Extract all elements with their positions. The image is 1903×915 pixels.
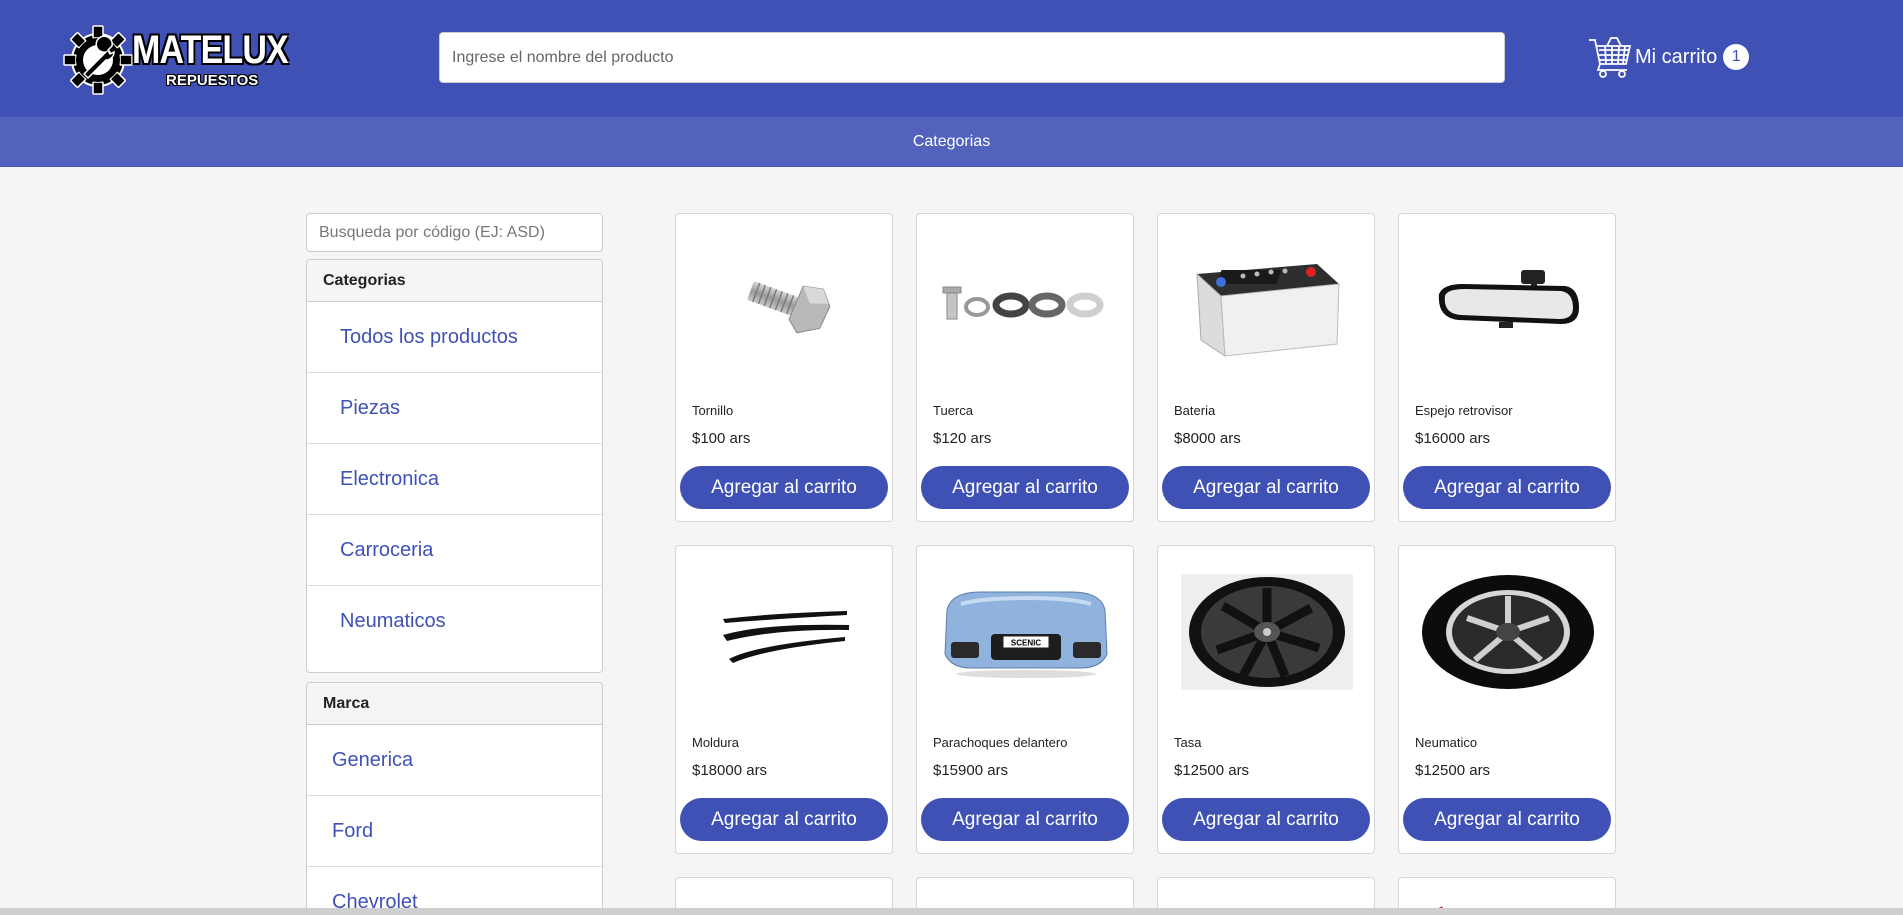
product-name: Tuerca <box>933 403 973 418</box>
product-price: $120 ars <box>933 430 992 447</box>
add-to-cart-button[interactable]: Agregar al carrito <box>921 466 1129 509</box>
product-image[interactable] <box>1174 562 1360 702</box>
product-name: Tornillo <box>692 403 734 418</box>
product-price: $12500 ars <box>1174 762 1250 779</box>
cart-label: Mi carrito <box>1635 45 1718 68</box>
categories-panel-title: Categorias <box>307 260 602 302</box>
add-to-cart-button[interactable]: Agregar al carrito <box>921 798 1129 841</box>
site-logo[interactable]: MATELUX REPUESTOS <box>62 22 289 95</box>
add-to-cart-button[interactable]: Agregar al carrito <box>1403 798 1611 841</box>
category-item-electronica[interactable]: Electronica <box>307 444 602 515</box>
product-image[interactable]: SCENIC <box>933 562 1119 702</box>
product-image[interactable] <box>692 562 878 702</box>
category-item-all[interactable]: Todos los productos <box>307 302 602 373</box>
logo-subtitle: REPUESTOS <box>166 72 259 89</box>
product-image[interactable] <box>1174 234 1360 374</box>
product-card: Neumatico $12500 ars Agregar al carrito <box>1398 545 1616 854</box>
shopping-cart-icon <box>1589 37 1632 78</box>
product-price: $8000 ars <box>1174 430 1241 447</box>
product-image[interactable] <box>1415 234 1601 374</box>
logo-title: MATELUX <box>132 28 289 72</box>
brand-panel: Marca Generica Ford Chevrolet <box>306 682 603 915</box>
product-price: $16000 ars <box>1415 430 1491 447</box>
product-name: Tasa <box>1174 735 1202 750</box>
product-price: $15900 ars <box>933 762 1009 779</box>
product-card: SCENIC Parachoques delantero $15900 ars … <box>916 545 1134 854</box>
product-image[interactable] <box>1415 562 1601 702</box>
rim-icon <box>1181 574 1353 690</box>
category-nav-bar: Categorias <box>0 117 1903 167</box>
horizontal-scrollbar[interactable] <box>0 908 1903 915</box>
mirror-icon <box>1438 270 1579 328</box>
product-price: $12500 ars <box>1415 762 1491 779</box>
washers-icon <box>942 286 1104 320</box>
add-to-cart-button[interactable]: Agregar al carrito <box>1162 466 1370 509</box>
battery-icon <box>1196 264 1340 357</box>
category-item-carroceria[interactable]: Carroceria <box>307 515 602 586</box>
product-image[interactable] <box>933 234 1119 374</box>
brand-panel-title: Marca <box>307 683 602 725</box>
gear-wrench-icon <box>63 25 133 95</box>
bumper-icon: SCENIC <box>944 591 1108 678</box>
brand-item-ford[interactable]: Ford <box>307 796 602 867</box>
product-card: Bateria $8000 ars Agregar al carrito <box>1157 213 1375 522</box>
cart-button[interactable]: Mi carrito 1 <box>1587 33 1750 81</box>
product-card: Tuerca $120 ars Agregar al carrito <box>916 213 1134 522</box>
site-header: MATELUX REPUESTOS Mi carrito 1 <box>0 0 1903 117</box>
add-to-cart-button[interactable]: Agregar al carrito <box>1403 466 1611 509</box>
product-name: Espejo retrovisor <box>1415 403 1513 418</box>
product-search-input[interactable] <box>439 32 1505 83</box>
product-card: Espejo retrovisor $16000 ars Agregar al … <box>1398 213 1616 522</box>
category-item-piezas[interactable]: Piezas <box>307 373 602 444</box>
product-name: Neumatico <box>1415 735 1478 750</box>
add-to-cart-button[interactable]: Agregar al carrito <box>680 798 888 841</box>
product-card: Moldura $18000 ars Agregar al carrito <box>675 545 893 854</box>
product-card: Tasa $12500 ars Agregar al carrito <box>1157 545 1375 854</box>
category-item-neumaticos[interactable]: Neumaticos <box>307 586 602 657</box>
code-search-input[interactable] <box>306 213 603 252</box>
add-to-cart-button[interactable]: Agregar al carrito <box>680 466 888 509</box>
product-name: Moldura <box>692 735 739 750</box>
cart-count-badge: 1 <box>1723 44 1750 70</box>
brand-item-generica[interactable]: Generica <box>307 725 602 796</box>
bolt-icon <box>747 281 831 334</box>
product-card: Tornillo $100 ars Agregar al carrito <box>675 213 893 522</box>
product-price: $100 ars <box>692 430 751 447</box>
product-image[interactable] <box>692 234 878 374</box>
license-plate-text: SCENIC <box>1011 639 1041 648</box>
product-name: Parachoques delantero <box>933 735 1068 750</box>
tire-icon <box>1422 575 1594 689</box>
product-price: $18000 ars <box>692 762 768 779</box>
product-name: Bateria <box>1174 403 1216 418</box>
categories-panel: Categorias Todos los productos Piezas El… <box>306 259 603 673</box>
add-to-cart-button[interactable]: Agregar al carrito <box>1162 798 1370 841</box>
nav-categories-link[interactable]: Categorias <box>913 133 990 151</box>
molding-icon <box>723 611 849 663</box>
